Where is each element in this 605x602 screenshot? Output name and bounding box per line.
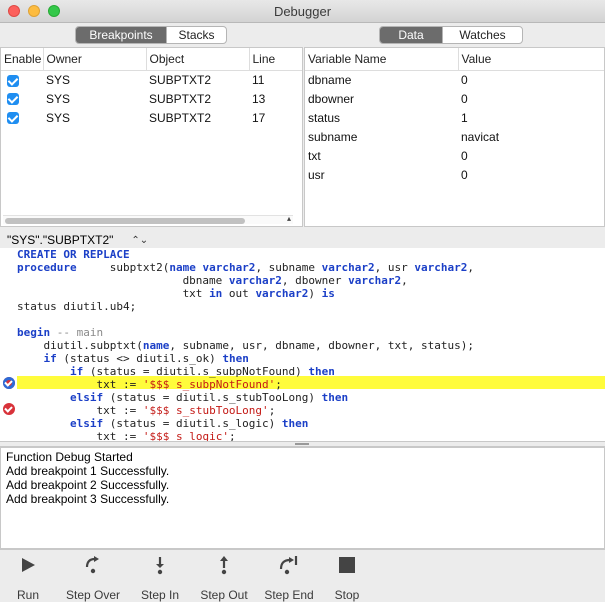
log-line: Add breakpoint 1 Successfully. xyxy=(6,464,170,478)
variable-name-cell: txt xyxy=(308,148,321,163)
code-line: dbname varchar2, dbowner varchar2, xyxy=(17,274,408,287)
column-header-owner[interactable]: Owner xyxy=(43,48,147,71)
owner-cell: SYS xyxy=(46,72,71,87)
column-header-enable[interactable]: Enable xyxy=(1,48,44,71)
table-header: Enable Owner Object Line xyxy=(1,48,302,71)
step-out-button[interactable]: Step Out xyxy=(198,552,250,602)
tab-stacks[interactable]: Stacks xyxy=(166,27,226,43)
object-selector-value: "SYS"."SUBPTXT2" xyxy=(7,233,114,247)
owner-cell: SYS xyxy=(46,110,71,125)
variables-table: Variable Name Value dbname 0 dbowner 0 sta… xyxy=(305,48,604,184)
tab-watches[interactable]: Watches xyxy=(442,27,522,43)
line-cell: 13 xyxy=(252,91,266,106)
table-header: Variable Name Value xyxy=(305,48,604,71)
variable-name-cell: dbname xyxy=(308,72,352,87)
breakpoint-icon[interactable] xyxy=(3,403,15,415)
left-segmented-control: Breakpoints Stacks xyxy=(75,26,227,44)
code-line: CREATE OR REPLACE xyxy=(17,248,130,261)
owner-cell: SYS xyxy=(46,91,71,106)
output-log: Function Debug Started Add breakpoint 1 … xyxy=(0,447,605,549)
column-header-object[interactable]: Object xyxy=(146,48,250,71)
code-line: diutil.subptxt(name, subname, usr, dbnam… xyxy=(17,339,474,352)
code-line: status diutil.ub4; xyxy=(17,300,137,313)
object-cell: SUBPTXT2 xyxy=(149,72,212,87)
play-icon xyxy=(10,552,46,578)
table-row[interactable]: subname navicat xyxy=(305,127,604,146)
log-line: Add breakpoint 2 Successfully. xyxy=(6,478,170,492)
title-bar: Debugger xyxy=(0,0,605,23)
variable-value-cell: 0 xyxy=(461,72,468,87)
variables-panel: Variable Name Value dbname 0 dbowner 0 sta… xyxy=(304,47,605,227)
code-line: elsif (status = diutil.s_logic) then xyxy=(69,417,309,430)
variable-name-cell: subname xyxy=(308,129,358,144)
tab-data[interactable]: Data xyxy=(380,27,442,43)
step-out-icon xyxy=(198,552,250,578)
code-line: txt in out varchar2) is xyxy=(17,287,335,300)
object-cell: SUBPTXT2 xyxy=(149,110,212,125)
column-header-value[interactable]: Value xyxy=(458,48,604,71)
code-line: txt := '$$$ s_subpNotFound'; xyxy=(17,378,282,391)
code-line: begin -- main xyxy=(17,326,104,339)
step-end-icon xyxy=(262,552,316,578)
step-in-button[interactable]: Step In xyxy=(137,552,183,602)
column-header-line[interactable]: Line xyxy=(249,48,302,71)
run-button[interactable]: Run xyxy=(10,552,46,602)
object-selector-bar: "SYS"."SUBPTXT2" ⌃⌄ xyxy=(0,230,605,248)
enable-checkbox[interactable] xyxy=(7,74,19,87)
table-row[interactable]: status 1 xyxy=(305,108,604,127)
code-editor[interactable]: CREATE OR REPLACE procedure subptxt2(nam… xyxy=(0,248,605,441)
panel-tabs-bar: Breakpoints Stacks Data Watches xyxy=(0,23,605,47)
code-line: if (status = diutil.s_subpNotFound) then xyxy=(69,365,335,378)
table-row[interactable]: dbname 0 xyxy=(305,70,604,89)
enable-checkbox[interactable] xyxy=(7,93,19,106)
log-line: Add breakpoint 3 Successfully. xyxy=(6,492,170,506)
variable-name-cell: usr xyxy=(308,167,325,182)
breakpoints-table: Enable Owner Object Line SYS SUBPTXT2 11… xyxy=(1,48,302,127)
debug-controls: Run Step Over Step In Step Out Step End … xyxy=(0,549,605,602)
step-end-button[interactable]: Step End xyxy=(262,552,316,602)
object-selector[interactable]: "SYS"."SUBPTXT2" ⌃⌄ xyxy=(7,233,148,247)
step-over-icon xyxy=(64,552,122,578)
log-line: Function Debug Started xyxy=(6,450,133,464)
variable-name-cell: status xyxy=(308,110,341,125)
table-row[interactable]: SYS SUBPTXT2 13 xyxy=(1,89,302,108)
step-in-icon xyxy=(137,552,183,578)
variable-value-cell: 0 xyxy=(461,91,468,106)
code-line: txt := '$$$ s_logic'; xyxy=(17,430,236,441)
table-row[interactable]: usr 0 xyxy=(305,165,604,184)
variable-value-cell: 1 xyxy=(461,110,468,125)
object-cell: SUBPTXT2 xyxy=(149,91,212,106)
table-row[interactable]: SYS SUBPTXT2 11 xyxy=(1,70,302,89)
variable-value-cell: 0 xyxy=(461,148,468,163)
code-line: procedure subptxt2(name varchar2, subnam… xyxy=(17,261,475,274)
code-line: elsif (status = diutil.s_stubTooLong) th… xyxy=(69,391,349,404)
table-row[interactable]: dbowner 0 xyxy=(305,89,604,108)
right-segmented-control: Data Watches xyxy=(379,26,523,44)
window-title: Debugger xyxy=(273,4,332,19)
horizontal-scrollbar[interactable]: ▴ xyxy=(3,214,293,224)
scroll-corner-icon: ▴ xyxy=(286,214,291,223)
stop-button[interactable]: Stop xyxy=(330,552,364,602)
current-breakpoint-icon[interactable] xyxy=(3,377,15,389)
divider-grip-icon xyxy=(295,443,309,445)
line-cell: 11 xyxy=(252,72,265,87)
stop-icon xyxy=(330,552,364,578)
variable-value-cell: 0 xyxy=(461,167,468,182)
tab-breakpoints[interactable]: Breakpoints xyxy=(76,27,166,43)
scrollbar-thumb[interactable] xyxy=(5,218,245,224)
table-row[interactable]: SYS SUBPTXT2 17 xyxy=(1,108,302,127)
step-over-button[interactable]: Step Over xyxy=(64,552,122,602)
variable-value-cell: navicat xyxy=(461,129,500,144)
table-row[interactable]: txt 0 xyxy=(305,146,604,165)
code-line: if (status <> diutil.s_ok) then xyxy=(43,352,249,365)
enable-checkbox[interactable] xyxy=(7,112,19,125)
code-line: txt := '$$$ s_stubTooLong'; xyxy=(17,404,276,417)
breakpoints-panel: Enable Owner Object Line SYS SUBPTXT2 11… xyxy=(0,47,303,227)
line-cell: 17 xyxy=(252,110,266,125)
variable-name-cell: dbowner xyxy=(308,91,355,106)
column-header-variable-name[interactable]: Variable Name xyxy=(305,48,459,71)
chevron-up-down-icon: ⌃⌄ xyxy=(131,234,149,246)
